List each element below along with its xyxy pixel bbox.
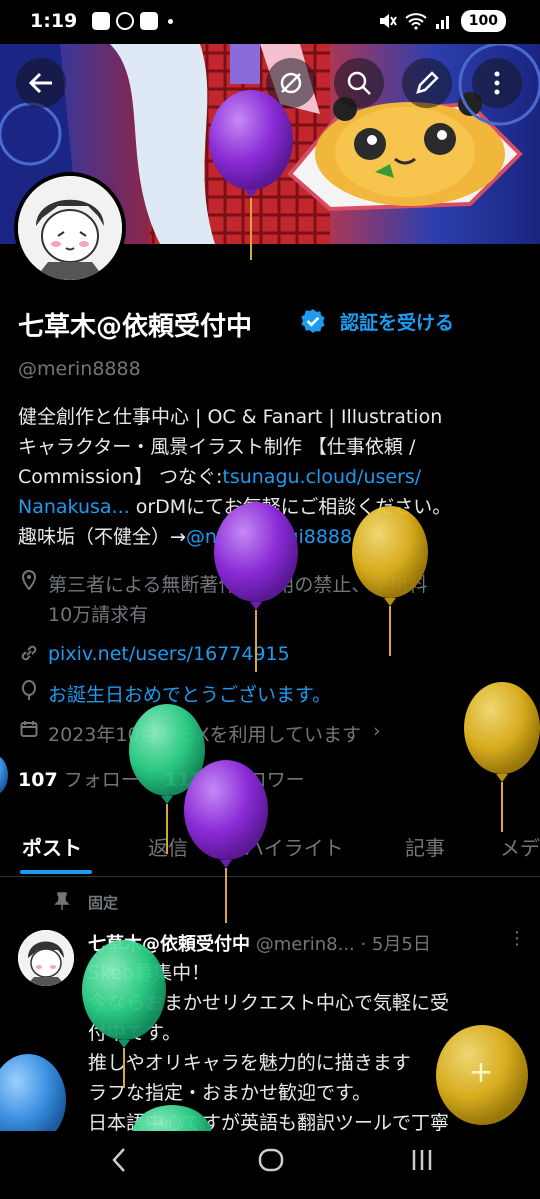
balloon-purple [184,760,268,923]
balloon-yellow [464,682,540,832]
balloon-green [82,940,166,1088]
nav-back-button[interactable] [110,1147,128,1180]
system-nav-bar [0,1131,540,1199]
chevron-left-icon [112,1148,125,1172]
plus-icon: + [468,1054,494,1090]
nav-home-button[interactable] [258,1147,284,1180]
home-circle-icon [258,1148,284,1172]
recents-icon [412,1150,432,1170]
balloon-purple [214,502,298,672]
compose-fab[interactable]: + [449,1040,513,1104]
balloon-purple [209,90,293,260]
nav-recents-button[interactable] [410,1147,434,1180]
birthday-balloons-overlay [0,90,540,1165]
balloon-blue [0,756,8,794]
balloon-yellow [352,506,428,656]
